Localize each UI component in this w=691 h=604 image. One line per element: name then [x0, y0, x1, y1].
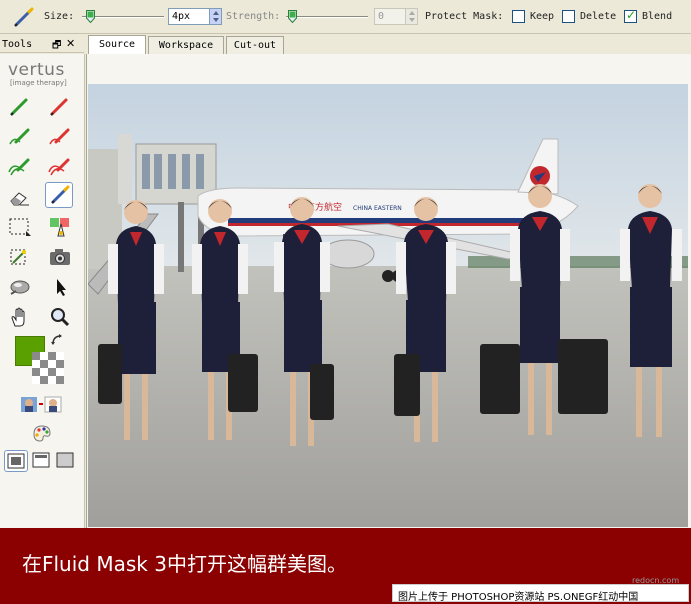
hand-pan-icon[interactable] — [6, 304, 34, 330]
vertus-tagline: [image therapy] — [10, 79, 67, 87]
close-icon[interactable]: ✕ — [66, 37, 75, 50]
blend-checkbox[interactable] — [624, 8, 637, 23]
brush-pen-icon[interactable] — [12, 6, 36, 28]
caption-text: 在Fluid Mask 3中打开这幅群美图。 — [22, 552, 347, 576]
swap-colors-icon[interactable] — [50, 333, 64, 347]
size-spin-button[interactable] — [209, 9, 221, 24]
full-view-icon[interactable] — [54, 450, 78, 472]
delete-checkbox[interactable] — [562, 10, 575, 23]
tab-bar: Source Workspace Cut-out — [86, 35, 691, 54]
size-value: 4px — [172, 11, 191, 22]
top-toolbar: Size: 4px Strength: 0 Protect Mask: Keep… — [0, 0, 691, 34]
size-input[interactable]: 4px — [168, 8, 222, 25]
marquee-select-icon[interactable] — [6, 214, 34, 240]
patch-brush-icon[interactable] — [45, 182, 73, 208]
before-after-view-icon[interactable] — [17, 392, 62, 418]
split-view-icon[interactable] — [30, 450, 54, 472]
eraser-icon[interactable] — [6, 184, 34, 210]
pointer-icon[interactable] — [46, 274, 74, 300]
strength-spin-button[interactable] — [405, 9, 417, 24]
zoom-icon[interactable] — [46, 304, 74, 330]
size-label: Size: — [44, 11, 75, 22]
keep-local-fill-icon[interactable] — [6, 124, 34, 150]
background-transparent-swatch[interactable] — [32, 352, 64, 384]
tab-cut-out[interactable]: Cut-out — [226, 36, 284, 54]
palette-icon[interactable] — [28, 420, 56, 446]
tab-source[interactable]: Source — [88, 35, 146, 54]
source-image[interactable]: 中国东方航空 CHINA EASTERN — [88, 84, 688, 527]
delete-local-fill-icon[interactable] — [46, 124, 74, 150]
strength-slider[interactable] — [286, 16, 368, 18]
delete-fill-icon[interactable] — [46, 154, 74, 180]
size-slider-thumb[interactable] — [86, 10, 95, 24]
strength-label: Strength: — [226, 11, 281, 22]
protect-mask-label: Protect Mask: — [425, 11, 504, 22]
vertus-logo: vertus — [8, 60, 65, 80]
keep-label: Keep — [530, 11, 555, 22]
delete-brush-icon[interactable] — [46, 94, 74, 120]
blend-label: Blend — [642, 11, 673, 22]
keep-fill-icon[interactable] — [6, 154, 34, 180]
delete-label: Delete — [580, 11, 617, 22]
single-view-icon[interactable] — [4, 450, 28, 472]
keep-brush-icon[interactable] — [6, 94, 34, 120]
keep-checkbox[interactable] — [512, 10, 525, 23]
strength-slider-thumb[interactable] — [288, 10, 297, 24]
tools-panel-header: Tools 🗗 ✕ — [0, 36, 84, 53]
camera-icon[interactable] — [46, 244, 74, 270]
strength-value: 0 — [378, 11, 385, 22]
strength-input[interactable]: 0 — [374, 8, 418, 25]
plane-livery-en: CHINA EASTERN — [353, 205, 402, 212]
smudge-icon[interactable] — [6, 274, 34, 300]
tab-workspace[interactable]: Workspace — [148, 36, 224, 54]
credit-banner: 图片上传于 PHOTOSHOP资源站 PS.ONEGF红动中国 — [392, 584, 689, 602]
tools-panel-title: Tools — [2, 39, 33, 50]
sample-colors-icon[interactable] — [46, 214, 74, 240]
tools-panel: vertus [image therapy] — [0, 54, 85, 528]
undock-icon[interactable]: 🗗 — [52, 38, 61, 55]
magic-wand-icon[interactable] — [6, 244, 34, 270]
